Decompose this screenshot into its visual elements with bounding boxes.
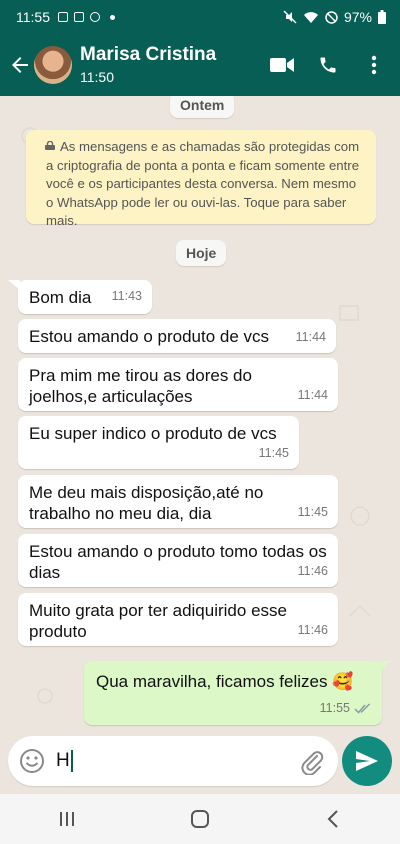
message-incoming[interactable]: Pra mim me tirou as dores do joelhos,e a… xyxy=(18,358,338,411)
message-incoming[interactable]: Muito grata por ter adiquirido esse prod… xyxy=(18,593,338,646)
home-button[interactable] xyxy=(180,799,220,839)
system-nav-bar xyxy=(0,794,400,844)
message-text: Me deu mais disposição,até no trabalho n… xyxy=(29,483,269,523)
message-text: Bom dia xyxy=(29,288,92,307)
chat-area[interactable]: Ontem As mensagens e as chamadas são pro… xyxy=(0,96,400,728)
double-check-icon xyxy=(354,703,371,714)
wifi-icon xyxy=(303,12,318,23)
message-input-value: H xyxy=(56,750,70,771)
message-time: 11:45 xyxy=(258,446,289,460)
message-outgoing[interactable]: Qua maravilha, ficamos felizes 🥰 11:55 xyxy=(84,661,382,725)
contact-subtitle: 11:50 xyxy=(80,69,114,85)
send-icon xyxy=(356,751,378,771)
message-incoming[interactable]: Estou amando o produto tomo todas os dia… xyxy=(18,534,338,587)
message-time: 11:44 xyxy=(295,330,326,344)
video-call-icon xyxy=(270,58,294,72)
status-time: 11:55 xyxy=(16,9,50,25)
message-incoming[interactable]: Bom dia 11:43 xyxy=(18,280,152,314)
video-call-button[interactable] xyxy=(264,47,300,83)
message-incoming[interactable]: Estou amando o produto de vcs 11:44 xyxy=(18,319,336,353)
back-button[interactable] xyxy=(4,49,36,81)
notification-icons xyxy=(58,12,115,22)
home-icon xyxy=(190,810,209,828)
message-time: 11:46 xyxy=(297,623,328,637)
message-time: 11:44 xyxy=(297,388,328,402)
date-divider-today: Hoje xyxy=(176,240,227,266)
message-text: Estou amando o produto tomo todas os dia… xyxy=(29,542,332,582)
message-text: Estou amando o produto de vcs xyxy=(29,327,270,346)
message-time-value: 11:55 xyxy=(319,701,350,715)
nav-back-button[interactable] xyxy=(313,799,353,839)
battery-icon xyxy=(378,10,386,24)
date-divider-yesterday: Ontem xyxy=(170,96,235,118)
message-time: 11:55 xyxy=(320,698,372,719)
emoji-icon[interactable] xyxy=(18,747,46,775)
message-time: 11:46 xyxy=(297,564,328,578)
settings-notification-icon xyxy=(90,12,100,22)
header-actions xyxy=(254,47,392,83)
contact-name: Marisa Cristina xyxy=(80,44,217,65)
battery-level: 97% xyxy=(343,9,372,25)
message-incoming[interactable]: Eu super indico o produto de vcs 11:45 xyxy=(18,416,299,469)
nav-back-icon xyxy=(327,810,339,828)
message-text: Muito grata por ter adiquirido esse prod… xyxy=(29,601,292,641)
message-text: Eu super indico o produto de vcs xyxy=(29,424,277,443)
message-text: Pra mim me tirou as dores do joelhos,e a… xyxy=(29,366,257,406)
encryption-notice-text: As mensagens e as chamadas são protegida… xyxy=(46,139,360,228)
notification-icon xyxy=(74,12,84,22)
mute-icon xyxy=(283,10,297,24)
message-input[interactable]: H xyxy=(56,750,73,772)
voice-call-button[interactable] xyxy=(310,47,346,83)
system-status: 97% xyxy=(283,9,386,25)
message-time: 11:43 xyxy=(111,289,142,303)
message-composer: H xyxy=(8,736,338,786)
arrow-back-icon xyxy=(12,57,28,73)
text-caret xyxy=(70,750,73,772)
message-time: 11:45 xyxy=(297,505,328,519)
recents-button[interactable] xyxy=(47,799,87,839)
contact-avatar[interactable] xyxy=(34,46,72,84)
no-disturb-icon xyxy=(325,10,338,24)
more-notifications-icon xyxy=(110,14,115,20)
contact-info[interactable]: Marisa Cristina 11:50 xyxy=(80,44,216,86)
message-text: Qua maravilha, ficamos felizes 🥰 xyxy=(96,672,354,691)
status-bar: 11:55 97% xyxy=(0,0,400,34)
attach-icon[interactable] xyxy=(298,747,326,775)
lock-icon xyxy=(45,141,55,150)
send-button[interactable] xyxy=(342,736,392,786)
chat-header: Marisa Cristina 11:50 xyxy=(0,34,400,96)
phone-icon xyxy=(320,57,336,73)
menu-button[interactable] xyxy=(356,47,392,83)
recents-icon xyxy=(59,812,74,826)
notification-icon xyxy=(58,12,68,22)
more-vert-icon xyxy=(371,55,377,75)
message-incoming[interactable]: Me deu mais disposição,até no trabalho n… xyxy=(18,475,338,528)
encryption-notice[interactable]: As mensagens e as chamadas são protegida… xyxy=(26,130,376,228)
